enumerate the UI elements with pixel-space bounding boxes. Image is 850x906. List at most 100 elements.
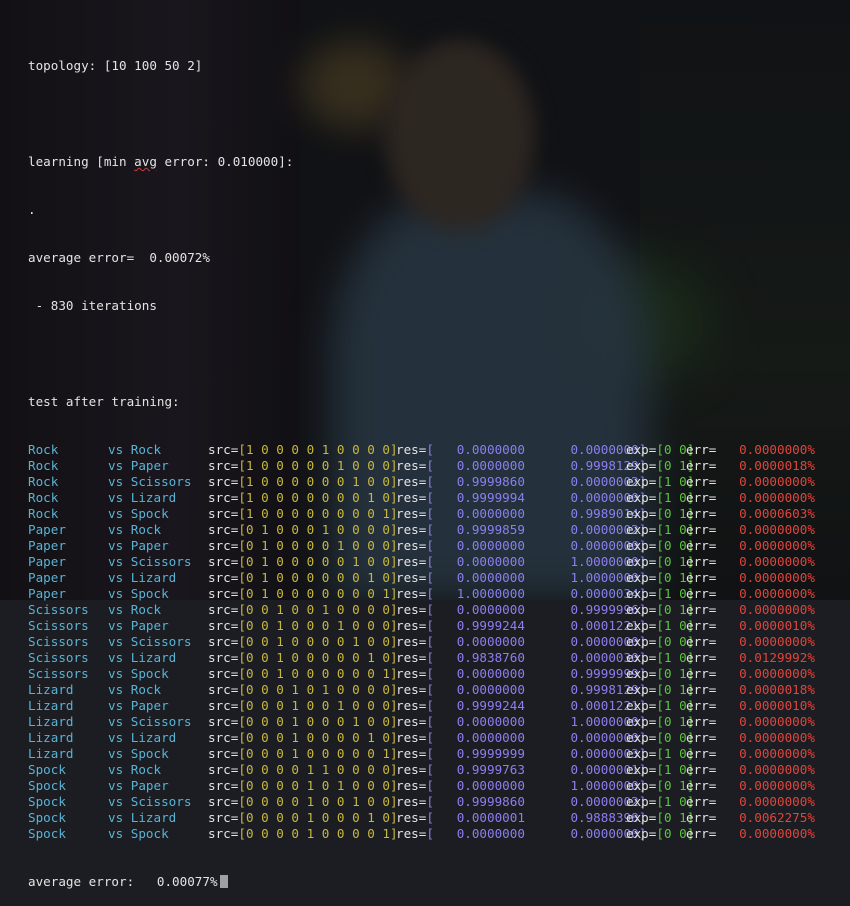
err-label: err=	[686, 602, 717, 617]
err-percent: 0.0000000%	[739, 522, 815, 537]
src-bits: 1 0 0 0 0 0 0 1 0 0	[245, 474, 390, 489]
res-vector: res=[ 0.9999999 0.0000003]	[396, 746, 647, 761]
exp-vector: exp=[1 0]	[626, 522, 695, 537]
exp-vector: exp=[0 0]	[626, 634, 695, 649]
src-vector: src=[0 0 1 0 0 0 0 0 1 0]	[208, 650, 398, 665]
vs-text: vs	[108, 666, 124, 681]
player-b: Rock	[130, 682, 162, 697]
res-value-1: 0.9838760	[456, 650, 525, 665]
res-value-1: 0.9999999	[456, 746, 525, 761]
exp-label: exp=	[626, 634, 657, 649]
result-row: Lizard vs Scissors src=[0 0 0 1 0 0 0 1 0 …	[28, 714, 850, 730]
exp-vector: exp=[1 0]	[626, 746, 695, 761]
exp-bits: 1 0	[663, 618, 687, 633]
exp-label: exp=	[626, 602, 657, 617]
err-value: err= 0.0000000%	[686, 714, 815, 730]
exp-vector: exp=[0 1]	[626, 682, 695, 697]
result-row: Lizard vs Lizard src=[0 0 0 1 0 0 0 0 1 0]…	[28, 730, 850, 746]
player-b: Paper	[130, 778, 169, 793]
exp-bits: 0 1	[663, 666, 687, 681]
exp-vector: exp=[1 0]	[626, 618, 695, 633]
vs-text: vs	[108, 474, 124, 489]
result-row: Lizard vs Spock src=[0 0 0 1 0 0 0 0 0 1] r…	[28, 746, 850, 762]
res-value-1: 0.0000000	[456, 570, 525, 585]
exp-label: exp=	[626, 442, 657, 457]
res-vector: res=[ 0.0000000 1.0000000]	[396, 570, 647, 585]
exp-vector: exp=[1 0]	[626, 490, 695, 505]
player-a: Scissors	[28, 666, 89, 681]
err-value: err= 0.0000000%	[686, 442, 815, 458]
vs-text: vs	[108, 762, 124, 777]
result-row: Paper vs Lizard src=[0 1 0 0 0 0 0 0 1 0] r…	[28, 570, 850, 586]
src-bits: 0 0 0 0 1 0 0 1 0 0	[245, 794, 390, 809]
exp-label: exp=	[626, 714, 657, 729]
player-a: Scissors	[28, 634, 89, 649]
src-bits: 0 1 0 0 0 0 0 0 0 1	[245, 586, 390, 601]
src-bits: 0 0 0 1 0 1 0 0 0 0	[245, 682, 390, 697]
player-a: Rock	[28, 474, 59, 489]
vs-text: vs	[108, 442, 124, 457]
versus-label: vs Scissors	[108, 794, 191, 810]
versus-label: vs Rock	[108, 602, 161, 618]
src-vector: src=[0 0 1 0 0 1 0 0 0 0]	[208, 602, 398, 617]
vs-text: vs	[108, 810, 124, 825]
res-value-1: 0.9999244	[456, 618, 525, 633]
src-vector: src=[0 0 0 1 0 1 0 0 0 0]	[208, 682, 398, 697]
result-row: Scissors vs Spock src=[0 0 1 0 0 0 0 0 0 1…	[28, 666, 850, 682]
versus-label: vs Spock	[108, 506, 169, 522]
src-vector: src=[0 0 0 1 0 0 1 0 0 0]	[208, 698, 398, 713]
result-row: Scissors vs Scissors src=[0 0 1 0 0 0 0 1 …	[28, 634, 850, 650]
src-bits: 1 0 0 0 0 0 1 0 0 0	[245, 458, 390, 473]
result-row: Paper vs Rock src=[0 1 0 0 0 1 0 0 0 0] res…	[28, 522, 850, 538]
src-bits: 0 0 0 1 0 0 1 0 0 0	[245, 698, 390, 713]
res-value-1: 0.9999244	[456, 698, 525, 713]
versus-label: vs Spock	[108, 666, 169, 682]
res-value-1: 0.0000000	[456, 538, 525, 553]
player-b: Spock	[130, 506, 169, 521]
exp-bits: 0 0	[663, 634, 687, 649]
err-label: err=	[686, 810, 717, 825]
exp-bits: 0 1	[663, 682, 687, 697]
res-vector: res=[ 0.9999244 0.0001221]	[396, 698, 647, 713]
versus-label: vs Scissors	[108, 714, 191, 730]
res-label: res=	[396, 490, 427, 505]
err-value: err= 0.0000000%	[686, 602, 815, 618]
res-label: res=	[396, 522, 427, 537]
player-a: Lizard	[28, 730, 74, 745]
player-b: Lizard	[130, 570, 177, 585]
vs-text: vs	[108, 522, 124, 537]
err-percent: 0.0000000%	[739, 762, 815, 777]
player-a: Paper	[28, 570, 66, 585]
src-label: src=	[208, 602, 239, 617]
src-vector: src=[1 0 0 0 0 1 0 0 0 0]	[208, 442, 398, 457]
err-percent: 0.0000000%	[739, 538, 815, 553]
res-label: res=	[396, 442, 427, 457]
err-value: err= 0.0000000%	[686, 746, 815, 762]
res-label: res=	[396, 634, 427, 649]
exp-label: exp=	[626, 618, 657, 633]
src-vector: src=[0 0 0 1 0 0 0 1 0 0]	[208, 714, 398, 729]
res-value-1: 0.9999994	[456, 490, 525, 505]
exp-bits: 1 0	[663, 762, 687, 777]
err-value: err= 0.0000000%	[686, 778, 815, 794]
average-error-line: average error= 0.00072%	[28, 250, 210, 265]
src-bits: 1 0 0 0 0 1 0 0 0 0	[245, 442, 390, 457]
src-label: src=	[208, 698, 239, 713]
res-vector: res=[ 0.9999763 0.0000001]	[396, 762, 647, 777]
player-a: Scissors	[28, 602, 89, 617]
player-b: Rock	[130, 602, 162, 617]
res-label: res=	[396, 570, 427, 585]
player-a: Spock	[28, 826, 66, 841]
res-label: res=	[396, 746, 427, 761]
player-b: Scissors	[130, 794, 192, 809]
exp-bits: 0 0	[663, 826, 687, 841]
res-label: res=	[396, 666, 427, 681]
res-label: res=	[396, 586, 427, 601]
res-label: res=	[396, 458, 427, 473]
err-percent: 0.0000000%	[739, 826, 815, 841]
vs-text: vs	[108, 746, 124, 761]
err-value: err= 0.0000000%	[686, 554, 815, 570]
player-b: Paper	[130, 698, 169, 713]
err-label: err=	[686, 474, 717, 489]
err-value: err= 0.0000018%	[686, 682, 815, 698]
